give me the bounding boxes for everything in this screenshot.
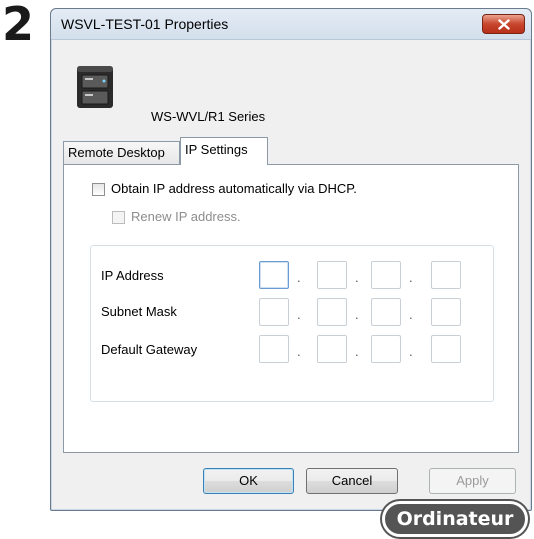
octet-separator: . [409, 307, 413, 322]
octet-separator: . [409, 270, 413, 285]
ip-address-octet-4[interactable] [431, 261, 461, 289]
default-gateway-label: Default Gateway [101, 342, 198, 357]
subnet-mask-octet-2[interactable] [317, 298, 347, 326]
renew-ip-checkbox-label: Renew IP address. [131, 209, 241, 224]
default-gateway-octet-2[interactable] [317, 335, 347, 363]
step-number: 2 [2, 0, 35, 51]
octet-separator: . [297, 307, 301, 322]
subnet-mask-octet-1[interactable] [259, 298, 289, 326]
default-gateway-octet-1[interactable] [259, 335, 289, 363]
octet-separator: . [297, 344, 301, 359]
close-icon [497, 18, 510, 30]
window-title: WSVL-TEST-01 Properties [61, 16, 229, 32]
default-gateway-octet-4[interactable] [431, 335, 461, 363]
octet-separator: . [355, 307, 359, 322]
ip-address-octet-2[interactable] [317, 261, 347, 289]
tab-ip-settings[interactable]: IP Settings [180, 137, 268, 165]
renew-ip-checkbox [112, 211, 125, 224]
apply-button: Apply [429, 468, 516, 494]
ip-settings-panel: Obtain IP address automatically via DHCP… [63, 164, 519, 453]
ip-address-octet-3[interactable] [371, 261, 401, 289]
octet-separator: . [355, 344, 359, 359]
title-bar[interactable]: WSVL-TEST-01 Properties [51, 9, 531, 40]
nas-device-icon [77, 66, 113, 108]
ok-button[interactable]: OK [203, 468, 294, 494]
dhcp-checkbox[interactable] [92, 183, 105, 196]
ordinateur-badge: Ordinateur [382, 501, 528, 537]
ip-address-label: IP Address [101, 268, 164, 283]
properties-dialog: WSVL-TEST-01 Properties WS-WVL/R1 Series… [50, 8, 532, 511]
dhcp-checkbox-label[interactable]: Obtain IP address automatically via DHCP… [111, 181, 357, 196]
subnet-mask-label: Subnet Mask [101, 304, 177, 319]
octet-separator: . [355, 270, 359, 285]
tab-remote-desktop[interactable]: Remote Desktop [63, 141, 180, 165]
octet-separator: . [297, 270, 301, 285]
close-button[interactable] [482, 14, 525, 34]
subnet-mask-octet-4[interactable] [431, 298, 461, 326]
ip-group-box: IP Address . . . Subnet Mask . . . Defau… [90, 245, 494, 402]
ip-address-octet-1[interactable] [259, 261, 289, 289]
subnet-mask-octet-3[interactable] [371, 298, 401, 326]
default-gateway-octet-3[interactable] [371, 335, 401, 363]
octet-separator: . [409, 344, 413, 359]
cancel-button[interactable]: Cancel [306, 468, 398, 494]
device-series-name: WS-WVL/R1 Series [151, 109, 266, 124]
